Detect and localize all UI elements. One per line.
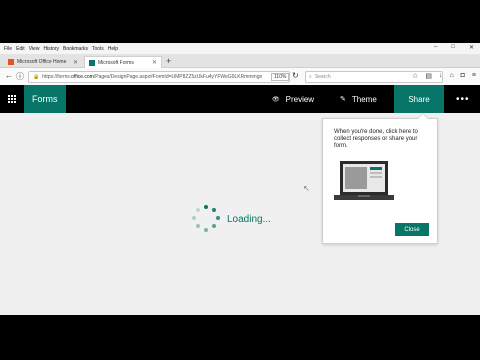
search-placeholder: Search xyxy=(314,74,331,80)
minimize-button[interactable]: – xyxy=(434,44,437,51)
reload-icon[interactable]: ↻ xyxy=(292,71,299,80)
window-close-button[interactable]: ✕ xyxy=(469,44,474,51)
reading-list-icon[interactable]: ▤ xyxy=(425,72,432,80)
screen: File Edit View History Bookmarks Tools H… xyxy=(0,43,480,315)
close-icon[interactable]: ✕ xyxy=(152,59,157,66)
loading-text: Loading... xyxy=(227,213,271,225)
forms-brand[interactable]: Forms xyxy=(24,85,66,113)
browser-menubar: File Edit View History Bookmarks Tools H… xyxy=(0,43,480,54)
brush-icon: ✎ xyxy=(340,96,346,103)
menu-history[interactable]: History xyxy=(43,46,59,52)
preview-label: Preview xyxy=(285,94,315,104)
home-icon[interactable]: ⌂ xyxy=(449,72,453,80)
loading-indicator: Loading... xyxy=(192,205,271,233)
menu-view[interactable]: View xyxy=(29,46,40,52)
tab-label: Microsoft Forms xyxy=(98,59,134,66)
navigation-bar: ← ⓘ 🔒 https://forms. office.com/Pages/Des… xyxy=(0,68,480,86)
back-icon[interactable]: ← xyxy=(5,71,13,80)
download-icon[interactable]: ↓ xyxy=(439,72,443,80)
zoom-level[interactable]: 110% xyxy=(271,73,290,81)
menu-bookmarks[interactable]: Bookmarks xyxy=(63,46,88,52)
menu-edit[interactable]: Edit xyxy=(16,46,25,52)
tab-label: Microsoft Office Home xyxy=(17,59,67,65)
new-tab-icon[interactable]: + xyxy=(166,56,171,66)
menu-tools[interactable]: Tools xyxy=(92,46,104,52)
tab-strip: Microsoft Office Home ✕ Microsoft Forms … xyxy=(0,54,480,68)
eye-icon: 👁 xyxy=(272,96,280,103)
office-logo-icon xyxy=(8,59,14,65)
lock-icon: 🔒 xyxy=(33,74,40,80)
pocket-icon[interactable]: ◘ xyxy=(461,72,465,80)
menu-help[interactable]: Help xyxy=(108,46,118,52)
app-launcher-icon[interactable] xyxy=(0,85,24,113)
share-label: Share xyxy=(408,94,430,104)
maximize-button[interactable]: □ xyxy=(451,44,455,51)
search-icon: ⌕ xyxy=(309,74,312,80)
url-path: /Pages/DesignPage.aspx#FormId=UMP8ZZ5zUk… xyxy=(93,74,263,80)
url-domain: office.com xyxy=(71,74,94,80)
brand-label: Forms xyxy=(32,94,58,104)
spinner-icon xyxy=(192,205,220,233)
url-bar[interactable]: 🔒 https://forms. office.com/Pages/DesignP… xyxy=(28,71,290,83)
forms-logo-icon xyxy=(89,59,95,66)
theme-button[interactable]: ✎ Theme xyxy=(340,85,377,113)
star-icon[interactable]: ☆ xyxy=(412,72,418,80)
preview-button[interactable]: 👁 Preview xyxy=(272,85,314,113)
share-button[interactable]: Share xyxy=(394,85,444,113)
more-label: ••• xyxy=(456,93,470,105)
info-icon[interactable]: ⓘ xyxy=(16,71,24,82)
menu-icon[interactable]: ≡ xyxy=(472,72,476,80)
more-options-icon[interactable]: ••• xyxy=(456,85,470,113)
close-button[interactable]: Close xyxy=(395,223,429,236)
menu-file[interactable]: File xyxy=(4,46,12,52)
share-callout: When you're done, click here to collect … xyxy=(322,113,438,244)
laptop-illustration-icon xyxy=(334,161,394,200)
toolbar-icons: ☆ ▤ ↓ ⌂ ◘ ≡ xyxy=(412,72,476,80)
tab-office-home[interactable]: Microsoft Office Home ✕ xyxy=(4,56,82,68)
url-prefix: https://forms. xyxy=(42,74,72,80)
cursor-icon: ↖ xyxy=(303,184,310,193)
window-controls: – □ ✕ xyxy=(434,44,474,51)
tab-microsoft-forms[interactable]: Microsoft Forms ✕ xyxy=(84,56,162,68)
theme-label: Theme xyxy=(351,94,377,104)
forms-app-bar: Forms 👁 Preview ✎ Theme Share ••• xyxy=(0,85,480,113)
close-icon[interactable]: ✕ xyxy=(73,59,78,66)
callout-text: When you're done, click here to collect … xyxy=(334,129,418,149)
